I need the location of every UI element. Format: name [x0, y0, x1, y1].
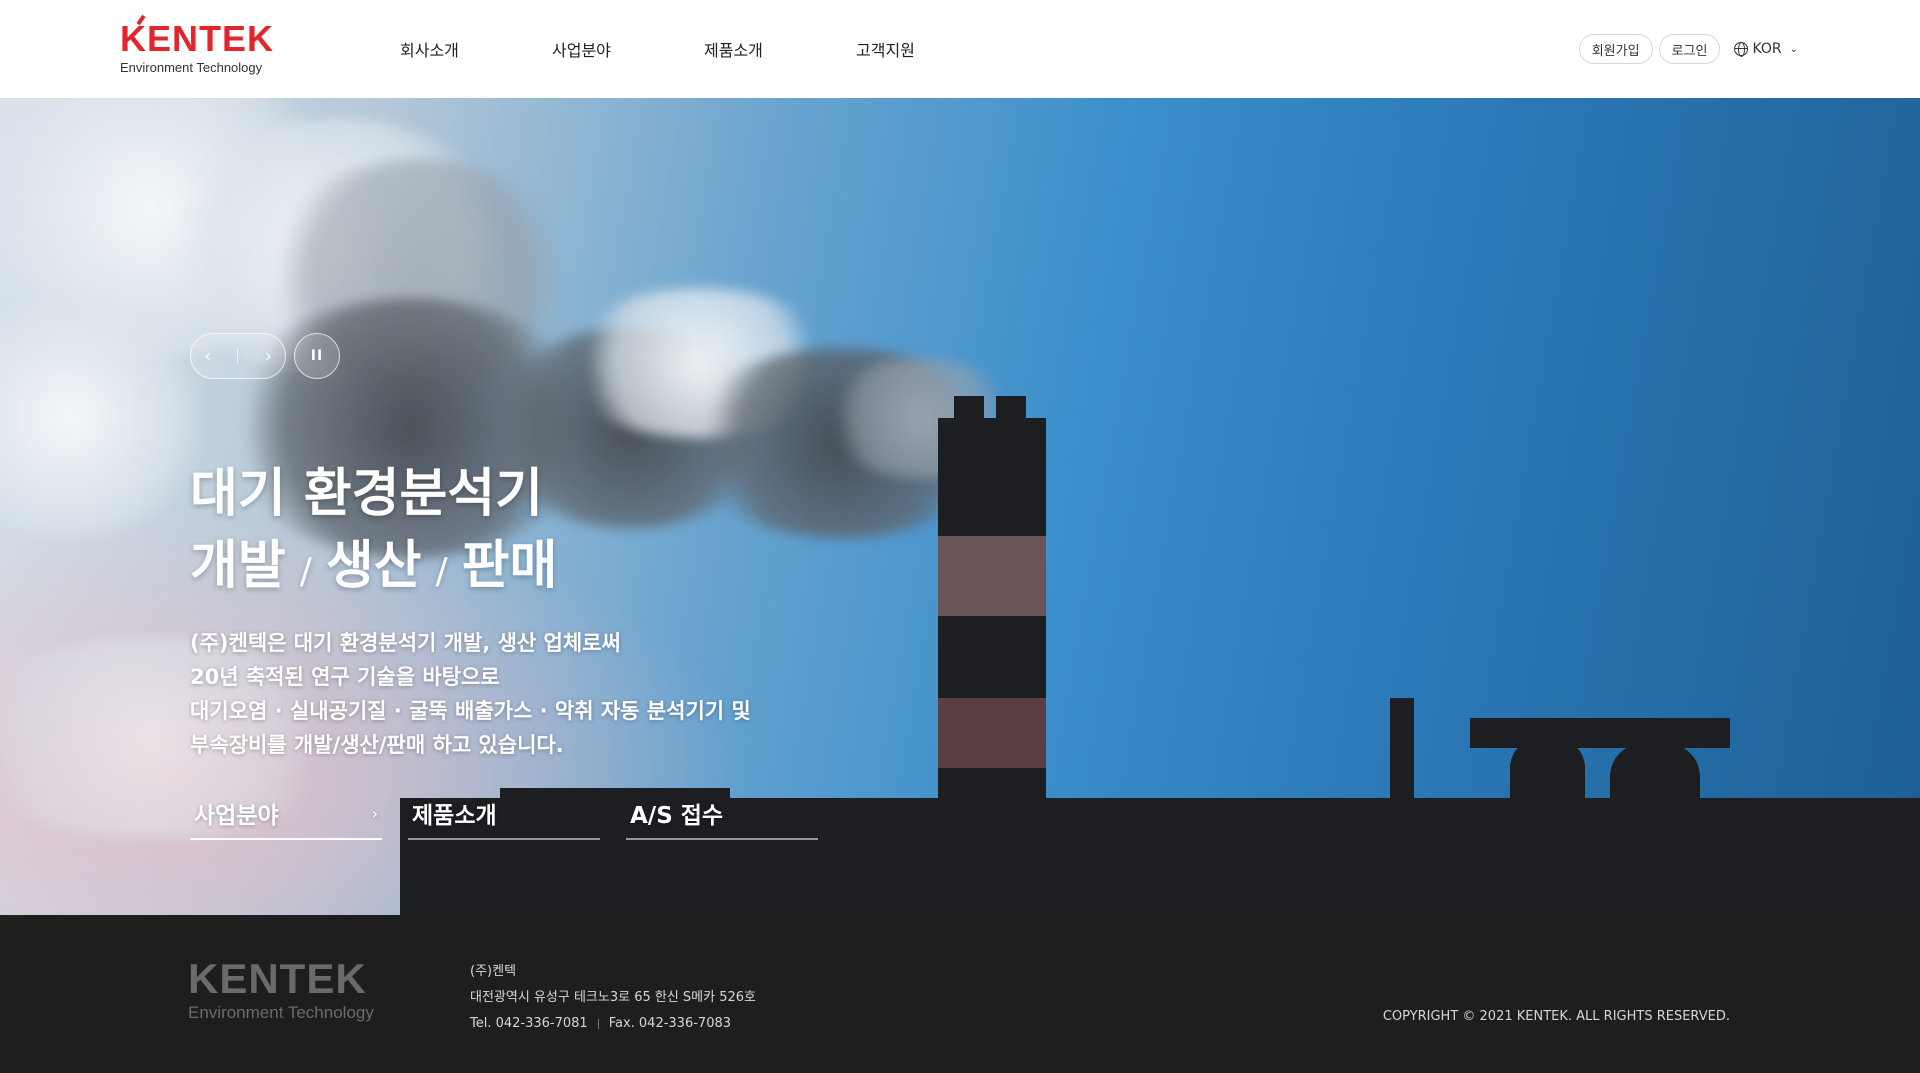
- site-header: KENTEK Environment Technology 회사소개 사업분야 …: [0, 0, 1920, 98]
- description-line: 대기오염 · 실내공기질 · 굴뚝 배출가스 · 악취 자동 분석기기 및: [190, 699, 751, 723]
- chevron-down-icon: ⌄: [1789, 43, 1798, 55]
- pause-button[interactable]: II: [294, 333, 340, 379]
- site-footer: KENTEK Environment Technology (주)켄텍 대전광역…: [0, 915, 1920, 1073]
- hero-description: (주)켄텍은 대기 환경분석기 개발, 생산 업체로써 20년 축적된 연구 기…: [190, 626, 751, 762]
- kentek-logo[interactable]: KENTEK Environment Technology: [120, 14, 285, 80]
- quick-links: 사업분야 › 제품소개 A/S 접수: [190, 788, 818, 840]
- phone-number: Tel. 042-336-7081: [470, 1016, 588, 1031]
- footer-logo: KENTEK Environment Technology: [188, 955, 374, 1035]
- company-info: (주)켄텍 대전광역시 유성구 테크노3로 65 한신 S메카 526호 Tel…: [470, 959, 756, 1037]
- factory-stack: [1390, 698, 1414, 915]
- factory-silo: [1610, 743, 1700, 915]
- headline-word-sell: 판매: [461, 536, 558, 596]
- arrow-divider: [237, 348, 239, 364]
- quick-link-as[interactable]: A/S 접수: [626, 788, 818, 840]
- globe-icon: [1734, 42, 1749, 57]
- company-name: (주)켄텍: [470, 964, 517, 979]
- utility-menu: 회원가입 로그인 KOR ⌄: [1578, 34, 1798, 64]
- next-arrow-icon[interactable]: ›: [265, 346, 272, 367]
- headline-word-develop: 개발: [190, 536, 286, 596]
- headline-line-2: 개발 / 생산 / 판매: [190, 530, 557, 608]
- footer-logo-wordmark: KENTEK: [188, 955, 367, 1002]
- nav-item-company[interactable]: 회사소개: [400, 37, 552, 61]
- headline-slash: /: [299, 551, 312, 592]
- slider-controls: ‹ › II: [190, 333, 340, 379]
- slider-arrows: ‹ ›: [190, 333, 286, 379]
- nav-item-support[interactable]: 고객지원: [856, 37, 1008, 61]
- factory-platform: [1470, 718, 1730, 748]
- language-select[interactable]: KOR ⌄: [1734, 41, 1798, 57]
- contact-divider: [597, 1019, 599, 1029]
- copyright: COPYRIGHT © 2021 KENTEK. ALL RIGHTS RESE…: [1382, 1009, 1730, 1024]
- company-address: 대전광역시 유성구 테크노3로 65 한신 S메카 526호: [470, 990, 756, 1005]
- main-nav: 회사소개 사업분야 제품소개 고객지원: [400, 0, 1008, 98]
- factory-silo: [1510, 738, 1585, 915]
- contact-row: Tel. 042-336-7081 Fax. 042-336-7083: [470, 1011, 756, 1037]
- factory-building: [1040, 798, 1130, 858]
- description-line: 20년 축적된 연구 기술을 바탕으로: [190, 665, 500, 689]
- login-button[interactable]: 로그인: [1658, 34, 1721, 64]
- description-line: (주)켄텍은 대기 환경분석기 개발, 생산 업체로써: [190, 631, 621, 655]
- signup-button[interactable]: 회원가입: [1578, 34, 1653, 64]
- chimney: [938, 396, 1046, 915]
- prev-arrow-icon[interactable]: ‹: [204, 346, 211, 367]
- quick-link-products[interactable]: 제품소개: [408, 788, 600, 840]
- fax-number: Fax. 042-336-7083: [608, 1016, 732, 1031]
- nav-item-business[interactable]: 사업분야: [552, 37, 704, 61]
- headline-slash: /: [435, 551, 448, 592]
- pause-icon: II: [310, 348, 324, 364]
- language-label: KOR: [1752, 41, 1782, 57]
- description-line: 부속장비를 개발/생산/판매 하고 있습니다.: [190, 733, 564, 757]
- headline-line-1: 대기 환경분석기: [190, 464, 543, 524]
- factory-building: [1460, 798, 1520, 915]
- nav-item-products[interactable]: 제품소개: [704, 37, 856, 61]
- hero-headline: 대기 환경분석기 개발 / 생산 / 판매: [190, 458, 557, 608]
- chevron-right-icon: ›: [371, 803, 378, 823]
- logo-wordmark: KENTEK: [120, 18, 275, 59]
- quick-link-business[interactable]: 사업분야 ›: [190, 788, 382, 840]
- logo-tagline: Environment Technology: [120, 60, 263, 75]
- hero-banner: ‹ › II 대기 환경분석기 개발 / 생산 / 판매 (주)켄텍은 대기 환경분석기…: [0, 98, 1920, 915]
- headline-word-produce: 생산: [325, 536, 422, 596]
- footer-logo-tagline: Environment Technology: [188, 1003, 374, 1022]
